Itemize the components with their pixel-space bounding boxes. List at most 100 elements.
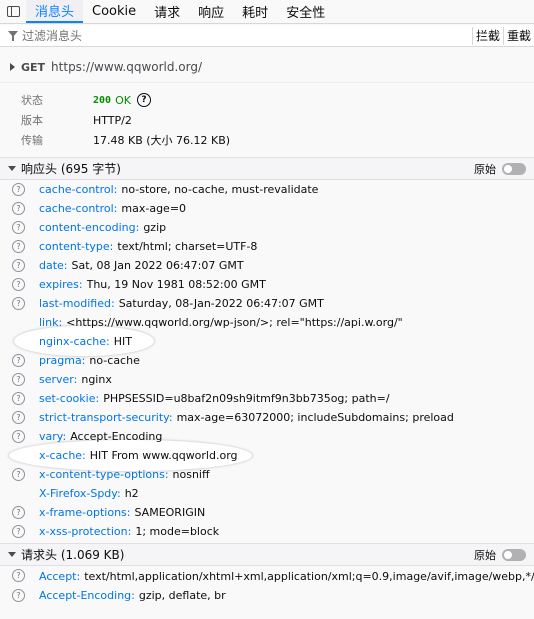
expand-arrow-icon[interactable] [10,63,15,71]
header-name: pragma: [39,354,86,367]
header-name: content-type: [39,240,114,253]
header-row[interactable]: ? vary: Accept-Encoding [0,427,534,446]
header-row[interactable]: ? expires: Thu, 19 Nov 1981 08:52:00 GMT [0,275,534,294]
raw-label: 原始 [474,162,496,176]
help-icon[interactable]: ? [12,430,25,443]
header-value: Thu, 19 Nov 1981 08:52:00 GMT [86,278,266,291]
header-value: PHPSESSID=u8baf2n09sh9itmf9n3bb735og; pa… [103,392,390,405]
help-icon[interactable]: ? [12,354,25,367]
status-value: 200 OK ? [93,93,151,107]
collapse-arrow-icon[interactable] [8,552,16,557]
help-icon: ? [12,487,25,500]
header-value: max-age=0 [121,202,187,215]
header-row[interactable]: ? content-type: text/html; charset=UTF-8 [0,237,534,256]
header-value: max-age=63072000; includeSubdomains; pre… [176,411,454,424]
header-value: Saturday, 08-Jan-2022 06:47:07 GMT [118,297,324,310]
header-name: x-xss-protection: [39,525,132,538]
tab-response[interactable]: 响应 [189,0,233,23]
header-row[interactable]: ? cache-control: no-store, no-cache, must-… [0,180,534,199]
header-name: cache-control: [39,202,118,215]
header-row[interactable]: ? server: nginx [0,370,534,389]
header-name: nginx-cache: [39,335,110,348]
header-value: SAMEORIGIN [134,506,206,519]
header-name: content-encoding: [39,221,140,234]
header-value: <https://www.qqworld.org/wp-json/>; rel=… [66,316,403,329]
version-label: 版本 [21,114,43,127]
header-value: text/html,application/xhtml+xml,applicat… [84,570,534,583]
header-value: text/html; charset=UTF-8 [117,240,258,253]
tab-request[interactable]: 请求 [145,0,189,23]
request-headers-title: 请求头 (1.069 KB) [21,548,125,562]
help-icon[interactable]: ? [136,93,151,107]
filter-input[interactable]: 过滤消息头 [22,27,472,44]
help-icon[interactable]: ? [12,183,25,196]
response-headers-title: 响应头 (695 字节) [21,162,121,176]
transfer-value: 17.48 KB (大小 76.12 KB) [93,134,231,147]
header-value: Sat, 08 Jan 2022 06:47:07 GMT [71,259,244,272]
header-value: HIT From www.qqworld.org [89,449,238,462]
help-icon[interactable]: ? [12,525,25,538]
header-row[interactable]: ? link:<https://www.qqworld.org/wp-json/>… [0,313,534,332]
header-row[interactable]: ? cache-control: max-age=0 [0,199,534,218]
header-row[interactable]: ? x-content-type-options: nosniff [0,465,534,484]
tab-headers[interactable]: 消息头 [26,0,84,23]
header-row[interactable]: ? X-Firefox-Spdy:h2 [0,484,534,503]
header-row[interactable]: ? date: Sat, 08 Jan 2022 06:47:07 GMT [0,256,534,275]
header-name: cache-control: [39,183,118,196]
header-name: x-frame-options: [39,506,131,519]
help-icon[interactable]: ? [12,569,25,582]
help-icon[interactable]: ? [12,221,25,234]
header-row[interactable]: ? Accept: text/html,application/xhtml+xml,… [0,567,534,586]
help-icon[interactable]: ? [12,468,25,481]
header-row[interactable]: ? x-xss-protection: 1; mode=block [0,522,534,541]
tab-security[interactable]: 安全性 [277,0,334,23]
help-icon[interactable]: ? [12,392,25,405]
header-value: nosniff [172,468,210,481]
summary: 状态 200 OK ? 版本 HTTP/2 传输 17.48 KB (大小 76… [0,90,534,150]
help-icon[interactable]: ? [12,240,25,253]
header-name: Accept: [39,570,81,583]
header-row[interactable]: ? content-encoding: gzip [0,218,534,237]
header-name: x-content-type-options: [39,468,169,481]
header-value: nginx [81,373,112,386]
help-icon[interactable]: ? [12,373,25,386]
header-row[interactable]: ? Accept-Encoding: gzip, deflate, br [0,586,534,605]
help-icon: ? [12,335,25,348]
raw-toggle[interactable] [502,548,526,561]
help-icon[interactable]: ? [12,259,25,272]
help-icon[interactable]: ? [12,297,25,310]
status-code: 200 [93,94,112,106]
header-value: HIT [113,335,132,348]
transfer-label: 传输 [21,134,43,147]
raw-toggle[interactable] [502,162,526,175]
help-icon[interactable]: ? [12,411,25,424]
request-headers-section[interactable]: 请求头 (1.069 KB) 原始 [0,543,534,566]
help-icon[interactable]: ? [12,589,25,602]
tab-cookies[interactable]: Cookie [83,0,145,23]
header-row[interactable]: ? x-frame-options: SAMEORIGIN [0,503,534,522]
help-icon[interactable]: ? [12,202,25,215]
header-row[interactable]: ? pragma: no-cache [0,351,534,370]
filter-bar: 过滤消息头 拦截 重截 [0,25,534,47]
header-name: strict-transport-security: [39,411,173,424]
collapse-arrow-icon[interactable] [8,166,16,171]
header-value: Accept-Encoding [70,430,163,443]
request-line[interactable]: GET https://www.qqworld.org/ [0,56,534,78]
header-name: link: [39,316,63,329]
sidebar-toggle-icon[interactable] [0,0,26,23]
response-headers-section[interactable]: 响应头 (695 字节) 原始 [0,157,534,180]
header-value: no-store, no-cache, must-revalidate [121,183,319,196]
help-icon[interactable]: ? [12,506,25,519]
transfer-row: 传输 17.48 KB (大小 76.12 KB) [0,130,534,150]
resend-button[interactable]: 重截 [502,26,534,45]
header-row[interactable]: ? x-cache:HIT From www.qqworld.org [0,446,534,465]
header-row[interactable]: ? last-modified: Saturday, 08-Jan-2022 06:… [0,294,534,313]
header-row[interactable]: ? strict-transport-security: max-age=63072… [0,408,534,427]
divider [0,82,534,83]
block-button[interactable]: 拦截 [471,26,503,45]
tab-timings[interactable]: 耗时 [233,0,277,23]
header-row[interactable]: ? set-cookie: PHPSESSID=u8baf2n09sh9itmf9n… [0,389,534,408]
header-row[interactable]: ? nginx-cache:HIT [0,332,534,351]
help-icon[interactable]: ? [12,278,25,291]
header-name: date: [39,259,68,272]
